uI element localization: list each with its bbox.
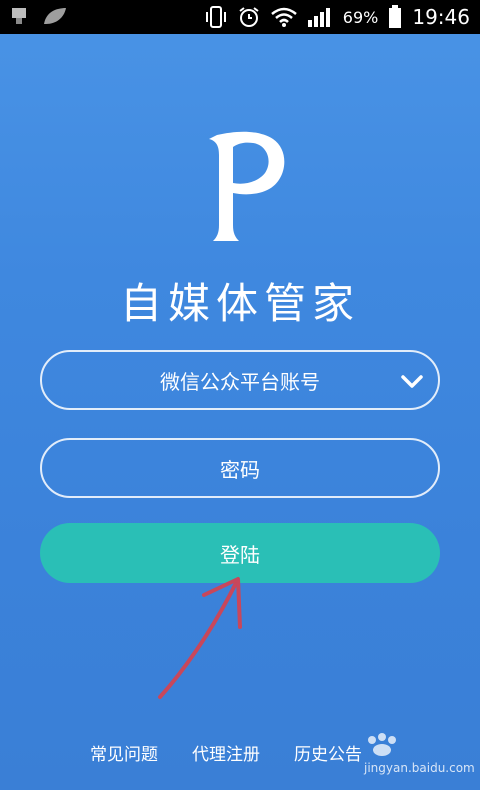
- app-logo: [209, 131, 285, 241]
- annotation-arrow-icon: [158, 577, 242, 699]
- account-select[interactable]: 微信公众平台账号: [40, 350, 440, 410]
- login-screen: 69% 19:46 自媒体管家 微信公众平台账号 密码 登陆 常见问题 代理注册…: [0, 0, 480, 790]
- wifi-icon: [270, 7, 297, 27]
- chevron-down-icon[interactable]: [400, 370, 424, 394]
- watermark: jingyan.baidu.com: [364, 732, 475, 782]
- account-select-value: 微信公众平台账号: [160, 369, 320, 394]
- app-title: 自媒体管家: [119, 279, 360, 328]
- agent-register-link[interactable]: 代理注册: [192, 740, 260, 765]
- status-left-icons: [10, 6, 68, 26]
- clock: 19:46: [412, 5, 470, 29]
- password-field[interactable]: 密码: [40, 438, 440, 498]
- status-bar: 69% 19:46: [0, 0, 480, 34]
- faq-link[interactable]: 常见问题: [90, 740, 158, 765]
- leaf-notification-icon: [44, 8, 66, 24]
- password-placeholder: 密码: [220, 457, 260, 482]
- battery-icon: [389, 5, 402, 28]
- signal-icon: [307, 8, 330, 27]
- baidu-paw-logo-icon: [368, 733, 396, 756]
- watermark-text: jingyan.baidu.com: [364, 761, 475, 775]
- vibrate-icon: [205, 6, 226, 28]
- history-announcements-link[interactable]: 历史公告: [294, 740, 362, 765]
- footer-links: 常见问题 代理注册 历史公告: [90, 740, 362, 765]
- usb-notification-icon: [12, 8, 26, 24]
- login-button-label: 登陆: [220, 544, 260, 567]
- battery-percent: 69%: [342, 7, 379, 27]
- status-right-icons: 69% 19:46: [205, 0, 470, 34]
- alarm-icon: [239, 7, 259, 27]
